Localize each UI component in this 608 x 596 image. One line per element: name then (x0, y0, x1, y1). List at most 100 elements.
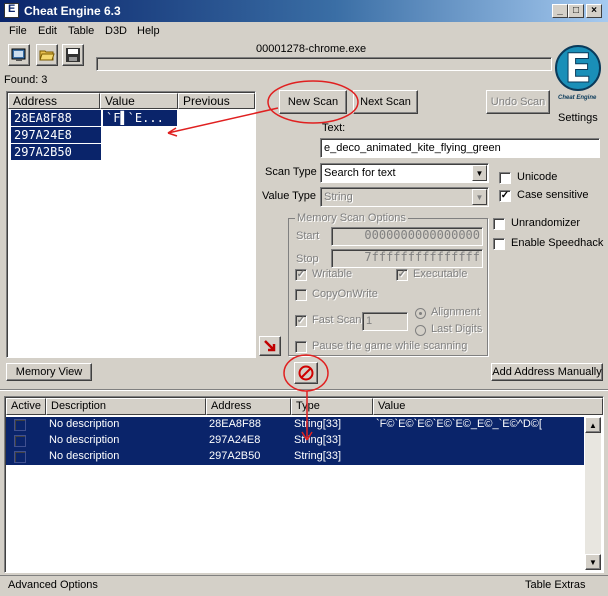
row-address[interactable]: 297A2B50 (209, 450, 260, 462)
col-value[interactable]: Value (100, 93, 178, 109)
menu-table[interactable]: Table (68, 25, 94, 37)
fast-scan-checkbox[interactable]: ✓ (295, 315, 307, 327)
scan-type-label: Scan Type (265, 166, 317, 178)
chevron-down-icon[interactable]: ▼ (472, 189, 487, 205)
copy-on-write-checkbox[interactable] (295, 289, 307, 301)
scan-progress-bar (96, 57, 552, 71)
copy-on-write-label: CopyOnWrite (312, 288, 378, 300)
alignment-label: Alignment (431, 306, 480, 318)
speedhack-label: Enable Speedhack (511, 237, 604, 249)
table-extras-link[interactable]: Table Extras (525, 579, 586, 591)
splitter[interactable] (0, 389, 608, 391)
value-type-value: String (324, 191, 353, 203)
writable-checkbox[interactable]: ✓ (295, 269, 307, 281)
cheat-engine-logo[interactable]: E Cheat Engine (553, 40, 603, 110)
table-row[interactable]: No description 297A24E8 String[33] (6, 433, 584, 449)
settings-label[interactable]: Settings (558, 112, 598, 124)
menu-help[interactable]: Help (137, 25, 160, 37)
menu-d3d[interactable]: D3D (105, 25, 127, 37)
status-bar: Advanced Options Table Extras (0, 575, 608, 596)
chevron-down-icon[interactable]: ▼ (472, 165, 487, 181)
row-type[interactable]: String[33] (294, 418, 341, 430)
fast-scan-label: Fast Scan (312, 314, 362, 326)
table-row[interactable]: No description 297A2B50 String[33] (6, 449, 584, 465)
case-sensitive-label: Case sensitive (517, 189, 589, 201)
row-value[interactable]: `F©`E©`E©`E©`E©_E©_`E©^D©[ (376, 418, 542, 430)
save-icon (66, 48, 80, 62)
start-address-input[interactable]: 0000000000000000 (331, 227, 483, 246)
arrow-add-icon (264, 340, 276, 352)
result-address[interactable]: 297A2B50 (11, 144, 101, 160)
undo-scan-button[interactable]: Undo Scan (486, 90, 550, 114)
svg-text:E: E (564, 46, 591, 92)
result-value[interactable]: `F▌`E... (103, 110, 177, 126)
stop-address-input[interactable]: 7fffffffffffffff (331, 249, 483, 268)
row-address[interactable]: 28EA8F88 (209, 418, 261, 430)
new-scan-button[interactable]: New Scan (279, 90, 347, 114)
col-active[interactable]: Active (6, 398, 46, 415)
table-row[interactable]: No description 28EA8F88 String[33] `F©`E… (6, 417, 584, 433)
logo-text: Cheat Engine (558, 95, 597, 101)
result-address[interactable]: 28EA8F88 (11, 110, 101, 126)
search-text-input[interactable]: e_deco_animated_kite_flying_green (320, 138, 600, 158)
menu-edit[interactable]: Edit (38, 25, 57, 37)
memory-view-button[interactable]: Memory View (6, 363, 92, 381)
scan-type-value: Search for text (324, 167, 396, 179)
app-icon (4, 3, 19, 18)
menu-file[interactable]: File (9, 25, 27, 37)
result-address[interactable]: 297A24E8 (11, 127, 101, 143)
table-scrollbar[interactable]: ▲ ▼ (585, 417, 601, 570)
speedhack-checkbox[interactable] (493, 238, 505, 250)
active-checkbox[interactable] (14, 419, 26, 431)
row-description[interactable]: No description (49, 450, 119, 462)
maximize-button[interactable]: □ (568, 4, 584, 18)
minimize-button[interactable]: _ (552, 4, 568, 18)
scroll-down-icon[interactable]: ▼ (585, 554, 601, 570)
col-value[interactable]: Value (373, 398, 603, 415)
stop-scan-icon (298, 365, 314, 381)
last-digits-radio[interactable] (415, 325, 426, 336)
unicode-checkbox[interactable] (499, 172, 511, 184)
next-scan-button[interactable]: Next Scan (353, 90, 418, 114)
pause-game-checkbox[interactable] (295, 341, 307, 353)
case-sensitive-checkbox[interactable]: ✓ (499, 190, 511, 202)
col-previous[interactable]: Previous (178, 93, 255, 109)
add-to-table-button[interactable] (259, 336, 281, 356)
executable-checkbox[interactable]: ✓ (396, 269, 408, 281)
col-address[interactable]: Address (8, 93, 100, 109)
advanced-options-link[interactable]: Advanced Options (8, 579, 98, 591)
window-title: Cheat Engine 6.3 (24, 4, 121, 18)
unrandomizer-label: Unrandomizer (511, 217, 581, 229)
start-label: Start (296, 230, 320, 242)
unrandomizer-checkbox[interactable] (493, 218, 505, 230)
open-file-button[interactable] (36, 44, 58, 66)
scan-type-select[interactable]: Search for text ▼ (320, 163, 489, 183)
active-checkbox[interactable] (14, 435, 26, 447)
col-type[interactable]: Type (291, 398, 373, 415)
col-description[interactable]: Description (46, 398, 206, 415)
pause-game-label: Pause the game while scanning (312, 340, 468, 352)
row-description[interactable]: No description (49, 418, 119, 430)
process-name: 00001278-chrome.exe (256, 43, 367, 55)
last-digits-label: Last Digits (431, 323, 483, 335)
col-address[interactable]: Address (206, 398, 291, 415)
scroll-up-icon[interactable]: ▲ (585, 417, 601, 433)
value-type-label: Value Type (262, 190, 317, 202)
row-address[interactable]: 297A24E8 (209, 434, 260, 446)
row-description[interactable]: No description (49, 434, 119, 446)
row-type[interactable]: String[33] (294, 450, 341, 462)
active-checkbox[interactable] (14, 451, 26, 463)
close-button[interactable]: × (586, 4, 602, 18)
row-type[interactable]: String[33] (294, 434, 341, 446)
scan-results-list[interactable]: Address Value Previous 28EA8F88 `F▌`E...… (6, 91, 256, 358)
value-type-select[interactable]: String ▼ (320, 187, 489, 207)
address-table[interactable]: Active Description Address Type Value No… (4, 396, 604, 573)
text-label: Text: (322, 122, 346, 134)
save-button[interactable] (62, 44, 84, 66)
alignment-radio[interactable] (415, 308, 426, 319)
open-process-button[interactable] (8, 44, 30, 66)
fast-scan-input[interactable]: 1 (362, 312, 408, 331)
stop-scan-button[interactable] (294, 362, 318, 384)
found-count: Found: 3 (4, 74, 48, 86)
add-address-manually-button[interactable]: Add Address Manually (491, 363, 603, 381)
